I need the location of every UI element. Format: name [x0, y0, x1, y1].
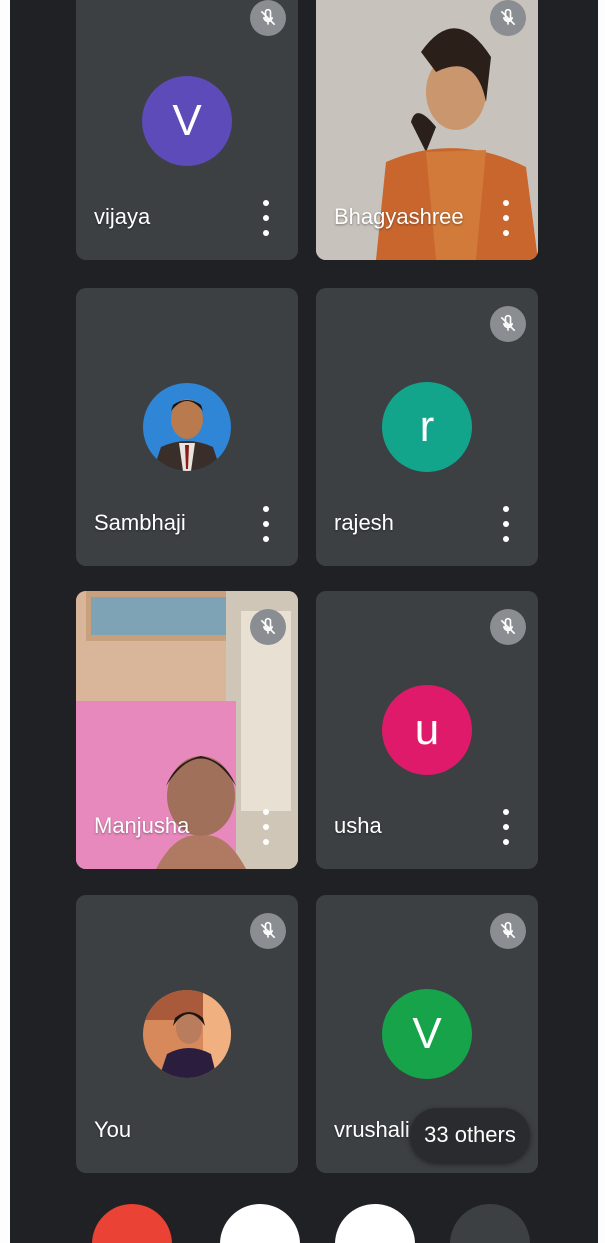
participant-name: rajesh [334, 510, 394, 535]
mic-off-icon [490, 913, 526, 949]
avatar: V [382, 989, 472, 1079]
meeting-grid: V vijaya Bhagyashree Sambhaji r rajesh M… [10, 0, 598, 1243]
screen-edge-right [598, 0, 605, 1243]
participant-name: Bhagyashree [334, 204, 464, 229]
more-vert-icon[interactable] [500, 809, 512, 845]
avatar: u [382, 685, 472, 775]
avatar-photo [143, 383, 231, 471]
participant-tile-vijaya[interactable]: V vijaya [76, 0, 298, 260]
participant-name: vijaya [94, 204, 151, 229]
participant-name: usha [334, 813, 382, 838]
microphone-button[interactable] [220, 1204, 300, 1243]
others-count-button[interactable]: 33 others [410, 1108, 530, 1162]
screen-edge-left [0, 0, 10, 1243]
more-vert-icon[interactable] [500, 506, 512, 542]
participant-tile-bhagyashree[interactable]: Bhagyashree [316, 0, 538, 260]
avatar-photo [143, 990, 231, 1078]
participant-name: Manjusha [94, 813, 190, 838]
mic-off-icon [250, 0, 286, 36]
participant-tile-you[interactable]: You [76, 895, 298, 1173]
participant-name: vrushali [334, 1117, 410, 1142]
participant-tile-usha[interactable]: u usha [316, 591, 538, 869]
more-vert-icon[interactable] [500, 200, 512, 236]
camera-button[interactable] [335, 1204, 415, 1243]
more-options-button[interactable] [450, 1204, 530, 1243]
mic-off-icon [490, 0, 526, 36]
more-vert-icon[interactable] [260, 506, 272, 542]
mic-off-icon [250, 913, 286, 949]
participant-tile-rajesh[interactable]: r rajesh [316, 288, 538, 566]
participant-tile-manjusha[interactable]: Manjusha [76, 591, 298, 869]
more-vert-icon[interactable] [260, 200, 272, 236]
participant-name: Sambhaji [94, 510, 186, 535]
mic-off-icon [250, 609, 286, 645]
more-vert-icon[interactable] [260, 809, 272, 845]
avatar: V [142, 76, 232, 166]
participant-name: You [94, 1117, 132, 1142]
avatar: r [382, 382, 472, 472]
mic-off-icon [490, 306, 526, 342]
mic-off-icon [490, 609, 526, 645]
end-call-button[interactable] [92, 1204, 172, 1243]
participant-tile-sambhaji[interactable]: Sambhaji [76, 288, 298, 566]
